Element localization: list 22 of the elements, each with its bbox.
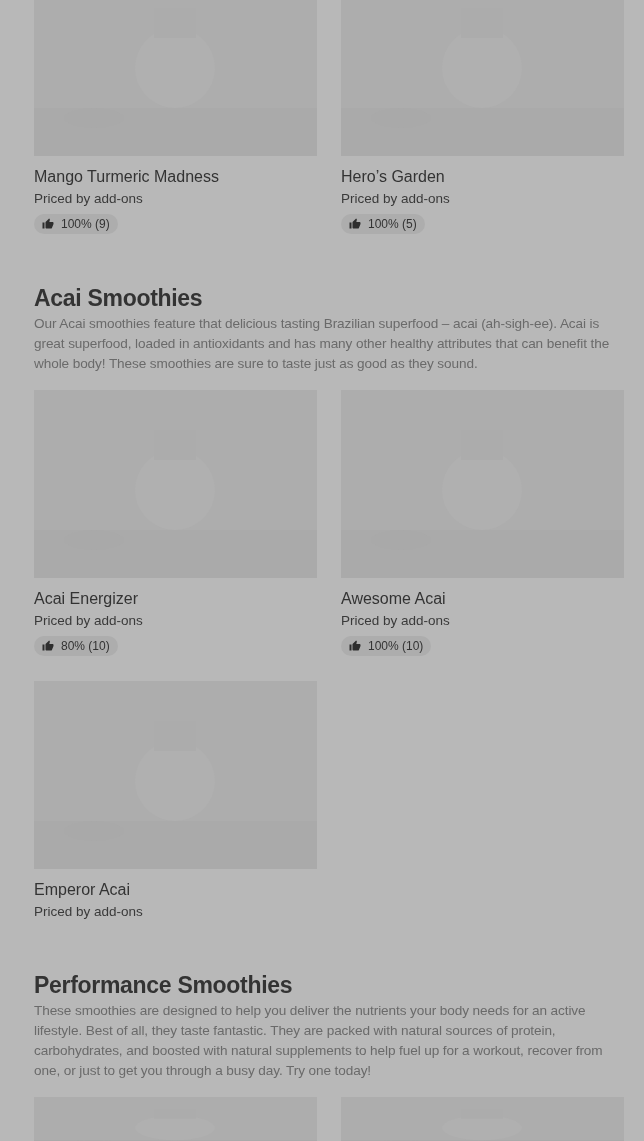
rating-badge: 100% (5) xyxy=(341,214,425,234)
rating-badge: 100% (9) xyxy=(34,214,118,234)
item-name: Mango Turmeric Madness xyxy=(34,167,220,187)
item-price: Priced by add-ons xyxy=(341,612,451,630)
section-description: These smoothies are designed to help you deliver the nutrients your body needs for an active lifestyle. Best of all, they taste fantastic. They are packed with natural sources of protein, carbohydrates, and boosted with natural supplements to help fuel up for a workout, recover from one, or just to get you through a busy day. Try one today! xyxy=(34,1002,604,1080)
item-price: Priced by add-ons xyxy=(341,190,451,208)
section-description: Our Acai smoothies feature that delicious tasting Brazilian superfood – acai (ah-sigh-ee). Acai is great superfood, loaded in antioxidants and has many other healthy attributes that can benefit the whole body! These smoothies are sure to taste just as good as they sound. xyxy=(34,315,611,373)
item-price: Priced by add-ons xyxy=(34,903,144,921)
thumbs-up-icon xyxy=(349,640,361,652)
item-price: Priced by add-ons xyxy=(34,612,144,630)
rating-badge: 100% (10) xyxy=(341,636,432,656)
item-name: Acai Energizer xyxy=(34,589,140,609)
thumbs-up-icon xyxy=(42,218,54,230)
item-name: Hero’s Garden xyxy=(341,167,446,187)
item-name: Awesome Acai xyxy=(341,589,447,609)
item-price: Priced by add-ons xyxy=(34,190,144,208)
section-heading: Performance Smoothies xyxy=(34,971,294,999)
item-name: Emperor Acai xyxy=(34,880,132,900)
thumbs-up-icon xyxy=(349,218,361,230)
thumbs-up-icon xyxy=(42,640,54,652)
rating-badge: 80% (10) xyxy=(34,636,118,656)
section-heading: Acai Smoothies xyxy=(34,284,204,312)
